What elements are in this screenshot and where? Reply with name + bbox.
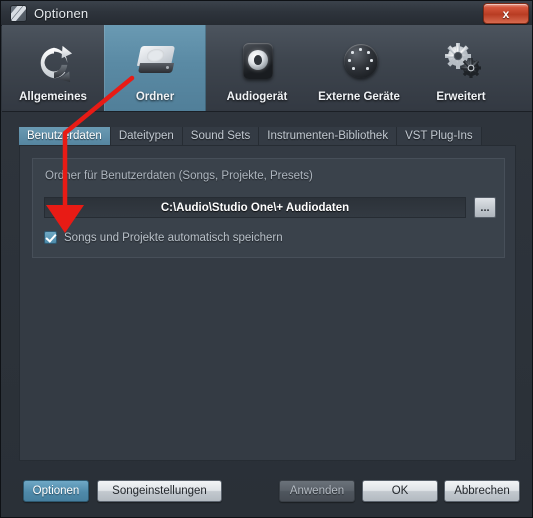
- options-button[interactable]: Optionen: [23, 480, 89, 502]
- refresh-circle-icon: [25, 40, 81, 88]
- close-button[interactable]: x: [483, 3, 529, 24]
- studio-one-logo-icon: [10, 4, 27, 22]
- toolbar-item-allgemeines[interactable]: Allgemeines: [2, 25, 104, 111]
- autosave-label: Songs und Projekte automatisch speichern: [64, 231, 283, 244]
- toolbar-item-ordner[interactable]: Ordner: [104, 25, 206, 111]
- gears-icon: [433, 40, 489, 88]
- tab-vst-plug-ins[interactable]: VST Plug-Ins: [397, 127, 482, 145]
- autosave-checkbox[interactable]: [44, 231, 57, 244]
- toolbar-label: Audiogerät: [226, 91, 288, 103]
- category-toolbar: Allgemeines Ordner Audiogerät Externe Ge…: [2, 25, 532, 112]
- path-row: C:\Audio\Studio One\+ Audiodaten ...: [44, 197, 496, 218]
- autosave-checkbox-row[interactable]: Songs und Projekte automatisch speichern: [44, 231, 283, 244]
- cancel-button[interactable]: Abbrechen: [444, 480, 520, 502]
- tab-benutzerdaten[interactable]: Benutzerdaten: [19, 127, 111, 145]
- apply-button[interactable]: Anwenden: [279, 480, 355, 502]
- tab-strip: Benutzerdaten Dateitypen Sound Sets Inst…: [19, 127, 482, 145]
- ok-button[interactable]: OK: [362, 480, 438, 502]
- toolbar-item-audiogeraet[interactable]: Audiogerät: [206, 25, 308, 111]
- title-bar: Optionen x: [1, 1, 532, 26]
- user-data-folder-group: Ordner für Benutzerdaten (Songs, Projekt…: [32, 158, 505, 258]
- browse-button[interactable]: ...: [474, 197, 496, 218]
- song-settings-button[interactable]: Songeinstellungen: [97, 480, 222, 502]
- toolbar-label: Erweitert: [436, 91, 486, 103]
- knob-icon: [331, 40, 387, 88]
- tab-sound-sets[interactable]: Sound Sets: [182, 127, 260, 145]
- toolbar-label: Allgemeines: [19, 91, 87, 103]
- speaker-icon: [229, 40, 285, 88]
- toolbar-item-erweitert[interactable]: Erweitert: [410, 25, 512, 111]
- group-label: Ordner für Benutzerdaten (Songs, Projekt…: [45, 170, 313, 182]
- tab-content-panel: Ordner für Benutzerdaten (Songs, Projekt…: [19, 145, 516, 461]
- options-dialog: Optionen x Allgemeines Ordner Audiogerät…: [0, 0, 533, 518]
- tab-dateitypen[interactable]: Dateitypen: [110, 127, 183, 145]
- window-title: Optionen: [34, 5, 89, 21]
- toolbar-label: Ordner: [135, 91, 175, 103]
- dialog-footer: Optionen Songeinstellungen Anwenden OK A…: [2, 469, 532, 517]
- hard-disk-icon: [127, 40, 183, 88]
- toolbar-label: Externe Geräte: [318, 91, 400, 103]
- toolbar-item-externe-geraete[interactable]: Externe Geräte: [308, 25, 410, 111]
- user-data-path-input[interactable]: C:\Audio\Studio One\+ Audiodaten: [44, 197, 466, 218]
- tab-instrumenten-bibliothek[interactable]: Instrumenten-Bibliothek: [259, 127, 398, 145]
